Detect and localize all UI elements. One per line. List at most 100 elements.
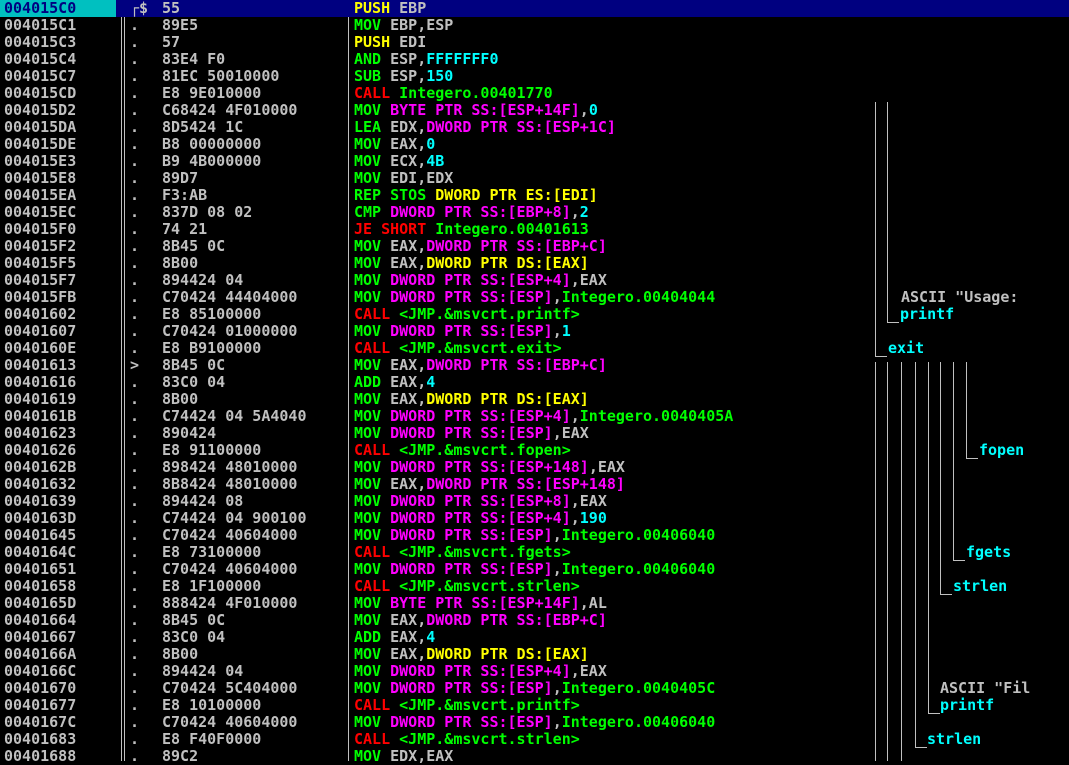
disasm-row[interactable]: 004015C7. 81EC 50010000 SUB ESP,150 [0, 68, 1069, 85]
instruction-token: MOV [354, 425, 382, 442]
row-address: 00401667 [4, 629, 77, 646]
disasm-row[interactable]: 0040166C. 894424 04 MOV DWORD PTR SS:[ESP+… [0, 663, 1069, 680]
row-address: 004015DA [4, 119, 77, 136]
row-hex-dump: 8B8424 48010000 [162, 476, 298, 493]
row-hex-dump: 890424 [162, 425, 217, 442]
row-instruction: CALL <JMP.&msvcrt.fopen> [354, 442, 872, 459]
row-marker: . [130, 713, 140, 731]
disasm-row[interactable]: 0040163D. C74424 04 900100 MOV DWORD PTR S… [0, 510, 1069, 527]
row-marker: . [130, 288, 140, 306]
disasm-row[interactable]: 00401632. 8B8424 48010000 MOV EAX,DWORD PT… [0, 476, 1069, 493]
row-hex-dump: 83C0 04 [162, 629, 226, 646]
instruction-token: ADD [354, 629, 382, 646]
disasm-row[interactable]: 00401623. 890424 MOV DWORD PTR SS:[ESP],EA… [0, 425, 1069, 442]
row-marker: . [130, 441, 140, 459]
disasm-row[interactable]: 00401645. C70424 40604000 MOV DWORD PTR SS… [0, 527, 1069, 544]
call-bracket-line [915, 362, 916, 747]
instruction-token: <JMP.&msvcrt.exit> [390, 340, 562, 357]
disasm-row[interactable]: 00401626. E8 91100000 CALL <JMP.&msvcrt.fo… [0, 442, 1069, 459]
disassembly-pane[interactable]: 004015C0 ┌$ 55 PUSH EBP 004015C1. 89E5 MOV EBP… [0, 0, 1069, 765]
row-marker: . [130, 611, 140, 629]
disasm-row[interactable]: 00401677. E8 10100000 CALL <JMP.&msvcrt.pr… [0, 697, 1069, 714]
row-hex-dump: C70424 40604000 [162, 714, 298, 731]
disasm-row[interactable]: 0040166A. 8B00 MOV EAX,DWORD PTR DS:[EAX] [0, 646, 1069, 663]
disasm-row[interactable]: 004015EC. 837D 08 02 CMP DWORD PTR SS:[EBP… [0, 204, 1069, 221]
disasm-row[interactable]: 004015F2. 8B45 0C MOV EAX,DWORD PTR SS:[EB… [0, 238, 1069, 255]
row-address: 00401658 [4, 578, 77, 595]
row-instruction: CALL <JMP.&msvcrt.strlen> [354, 578, 872, 595]
disasm-row[interactable]: 004015EA. F3:AB REP STOS DWORD PTR ES:[EDI… [0, 187, 1069, 204]
call-bracket-line [940, 362, 941, 594]
instruction-token: MOV [354, 238, 382, 255]
call-bracket-line [966, 458, 978, 459]
instruction-token: MOV [354, 289, 382, 306]
disasm-row[interactable]: 004015C3. 57 PUSH EDI [0, 34, 1069, 51]
disasm-row[interactable]: 00401639. 894424 08 MOV DWORD PTR SS:[ESP+… [0, 493, 1069, 510]
disasm-row[interactable]: 004015CD. E8 9E010000 CALL Integero.004017… [0, 85, 1069, 102]
row-hex-dump: E8 85100000 [162, 306, 262, 323]
disasm-row[interactable]: 0040165D. 888424 4F010000 MOV BYTE PTR SS:… [0, 595, 1069, 612]
disasm-row[interactable]: 004015F0. 74 21 JE SHORT Integero.00401613 [0, 221, 1069, 238]
row-marker: . [130, 407, 140, 425]
disasm-row[interactable]: 00401683. E8 F40F0000 CALL <JMP.&msvcrt.st… [0, 731, 1069, 748]
call-bracket-line [928, 713, 940, 714]
call-bracket-line [928, 362, 929, 713]
disasm-row[interactable]: 004015DA. 8D5424 1C LEA EDX,DWORD PTR SS:[… [0, 119, 1069, 136]
disasm-row[interactable]: 004015C0 ┌$ 55 PUSH EBP [0, 0, 1069, 17]
disasm-row[interactable]: 00401670. C70424 5C404000 MOV DWORD PTR SS… [0, 680, 1069, 697]
row-address: 0040167C [4, 714, 77, 731]
row-marker: . [130, 594, 140, 612]
row-hex-dump: 8B00 [162, 646, 199, 663]
instruction-token: DWORD PTR SS:[ESP+4] [381, 408, 571, 425]
instruction-token: EBP [390, 0, 427, 17]
row-hex-dump: C70424 44404000 [162, 289, 298, 306]
row-address: 004015C7 [4, 68, 77, 85]
disasm-row[interactable]: 00401688. 89C2 MOV EDX,EAX [0, 748, 1069, 765]
row-hex-dump: 837D 08 02 [162, 204, 253, 221]
disasm-row[interactable]: 00401651. C70424 40604000 MOV DWORD PTR SS… [0, 561, 1069, 578]
disasm-row[interactable]: 00401658. E8 1F100000 CALL <JMP.&msvcrt.st… [0, 578, 1069, 595]
row-address: 004015C0 [0, 0, 116, 17]
row-hex-dump: F3:AB [162, 187, 208, 204]
instruction-token: , [552, 527, 562, 544]
disasm-row[interactable]: 004015D2. C68424 4F010000 MOV BYTE PTR SS:… [0, 102, 1069, 119]
disasm-row[interactable]: 004015E3. B9 4B000000 MOV ECX,4B [0, 153, 1069, 170]
row-marker: . [130, 526, 140, 544]
row-marker: . [130, 220, 140, 238]
disasm-row[interactable]: 004015F7. 894424 04 MOV DWORD PTR SS:[ESP+… [0, 272, 1069, 289]
instruction-token: AND [354, 51, 382, 68]
row-instruction: LEA EDX,DWORD PTR SS:[ESP+1C] [354, 119, 872, 136]
disasm-row[interactable]: 0040162B. 898424 48010000 MOV DWORD PTR SS… [0, 459, 1069, 476]
row-address: 004015CD [4, 85, 77, 102]
row-instruction: MOV DWORD PTR SS:[ESP],EAX [354, 425, 872, 442]
disasm-row[interactable]: 004015C1. 89E5 MOV EBP,ESP [0, 17, 1069, 34]
row-hex-dump: 81EC 50010000 [162, 68, 280, 85]
row-marker: . [130, 16, 140, 34]
disasm-row[interactable]: 00401613 >8B45 0C MOV EAX,DWORD PTR SS:[EB… [0, 357, 1069, 374]
row-marker: . [130, 101, 140, 119]
comment-fopen: fopen [979, 441, 1025, 459]
row-hex-dump: 55 [162, 0, 181, 17]
disasm-row[interactable]: 0040164C. E8 73100000 CALL <JMP.&msvcrt.fg… [0, 544, 1069, 561]
disasm-row[interactable]: 00401616. 83C0 04 ADD EAX,4 [0, 374, 1069, 391]
row-hex-dump: 8B00 [162, 391, 199, 408]
row-address: 00401623 [4, 425, 77, 442]
disasm-row[interactable]: 004015E8. 89D7 MOV EDI,EDX [0, 170, 1069, 187]
disasm-row[interactable]: 0040167C. C70424 40604000 MOV DWORD PTR SS… [0, 714, 1069, 731]
row-marker: > [130, 356, 140, 374]
disasm-row[interactable]: 00401607. C70424 01000000 MOV DWORD PTR SS… [0, 323, 1069, 340]
disasm-row[interactable]: 004015DE. B8 00000000 MOV EAX,0 [0, 136, 1069, 153]
row-address: 004015F2 [4, 238, 77, 255]
instruction-token: DWORD PTR SS:[ESP] [381, 714, 553, 731]
disasm-row[interactable]: 00401667. 83C0 04 ADD EAX,4 [0, 629, 1069, 646]
disasm-row[interactable]: 0040161B. C74424 04 5A4040 MOV DWORD PTR S… [0, 408, 1069, 425]
comment-ascii-fil: ASCII "Fil [940, 679, 1031, 697]
instruction-token: EAX, [381, 255, 427, 272]
row-address: 004015C1 [4, 17, 77, 34]
disasm-row[interactable]: 00401664. 8B45 0C MOV EAX,DWORD PTR SS:[EB… [0, 612, 1069, 629]
disasm-row[interactable]: 004015F5. 8B00 MOV EAX,DWORD PTR DS:[EAX] [0, 255, 1069, 272]
disasm-row[interactable]: 00401619. 8B00 MOV EAX,DWORD PTR DS:[EAX] [0, 391, 1069, 408]
instruction-token: <JMP.&msvcrt.strlen> [390, 731, 580, 748]
disasm-row[interactable]: 004015C4. 83E4 F0 AND ESP,FFFFFFF0 [0, 51, 1069, 68]
row-address: 004015F5 [4, 255, 77, 272]
